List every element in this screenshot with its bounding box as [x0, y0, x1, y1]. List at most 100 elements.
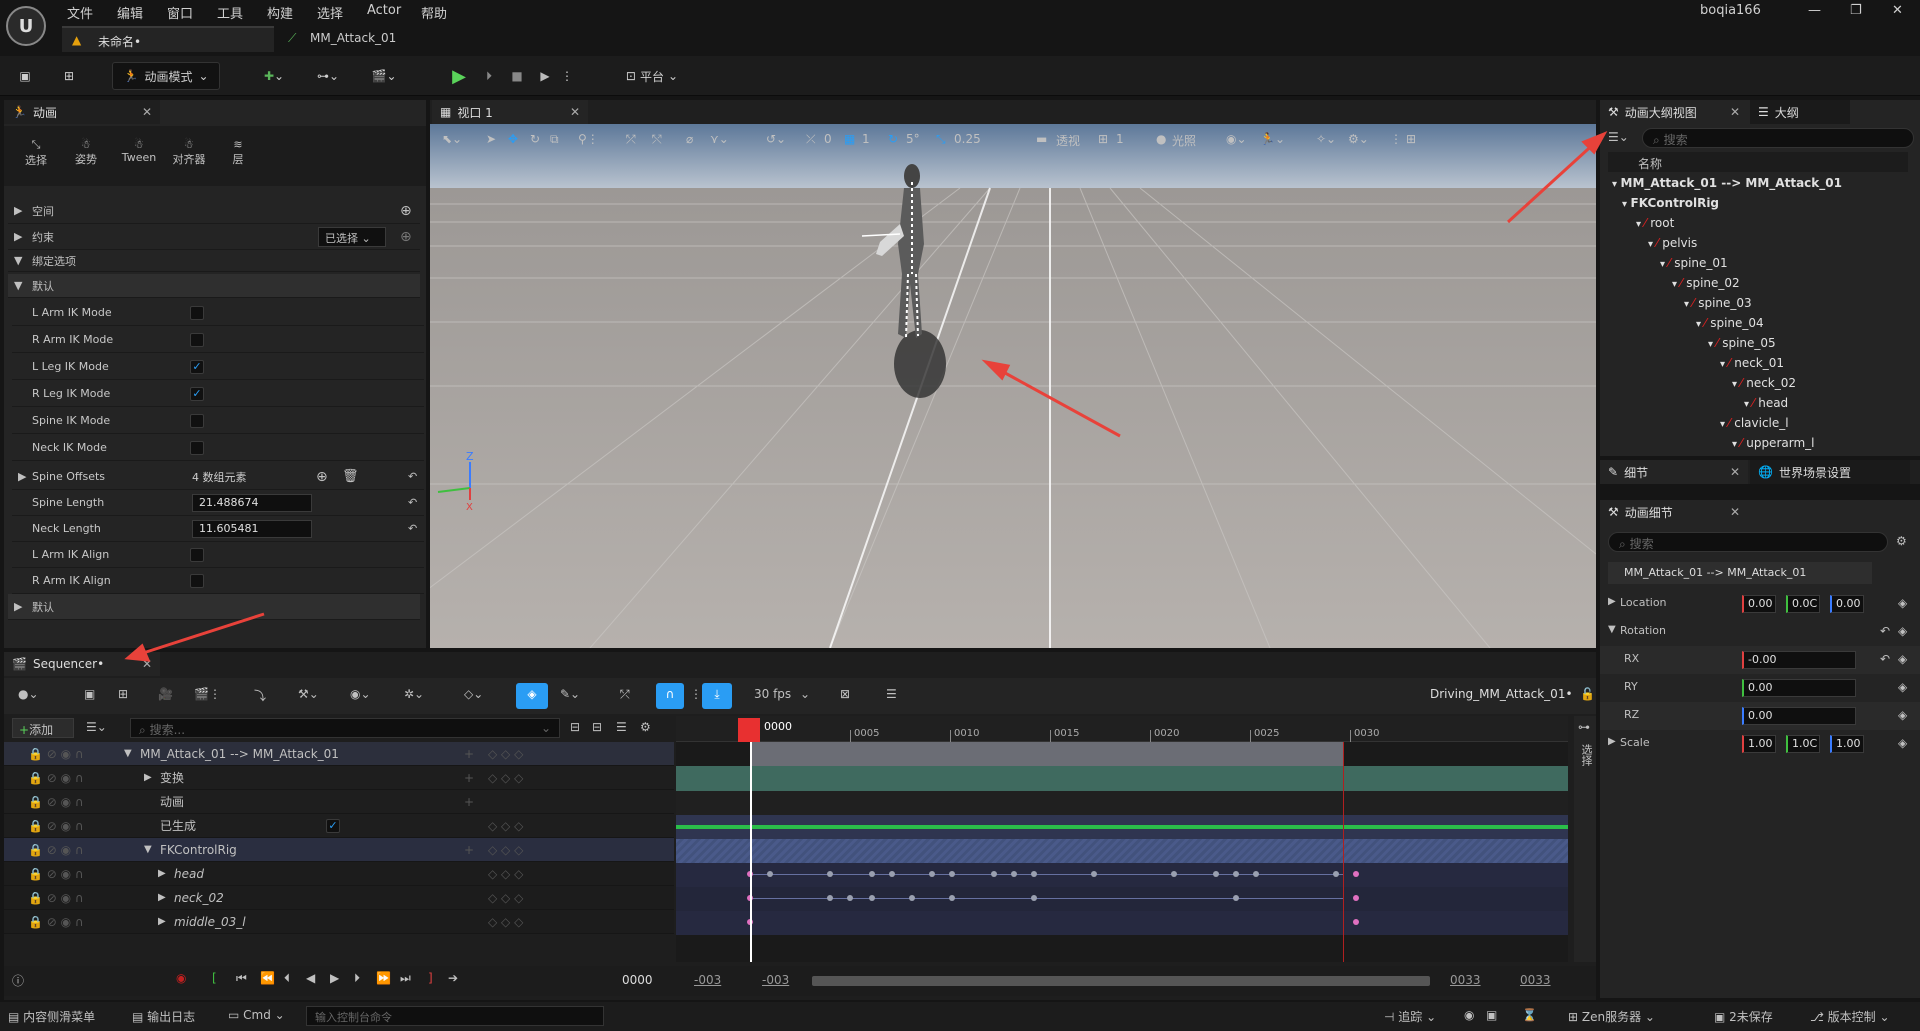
keyframe[interactable]: [827, 895, 833, 901]
save-seq-icon[interactable]: ▣: [84, 687, 95, 701]
keyframe[interactable]: [949, 895, 955, 901]
keyframe[interactable]: [1353, 919, 1359, 925]
zen-server-button[interactable]: ⊞ Zen服务器 ⌄: [1568, 1008, 1655, 1025]
tree-item[interactable]: ▾ FKControlRig: [1622, 196, 1719, 210]
key-nav-icon[interactable]: ◇ ◇ ◇: [488, 915, 523, 929]
keyframe[interactable]: [1233, 895, 1239, 901]
snap-button[interactable]: ∩: [656, 683, 684, 709]
world-icon[interactable]: ●⌄: [18, 687, 39, 701]
tree-item[interactable]: ▾ ⁄ pelvis: [1648, 236, 1697, 250]
chevron-down-icon[interactable]: ▾: [1732, 379, 1740, 390]
translate-icon[interactable]: ✥: [508, 132, 518, 146]
keyframe[interactable]: [949, 871, 955, 877]
tool-aligner[interactable]: ☃ 对齐器: [166, 138, 212, 167]
cinematics-button[interactable]: 🎬⌄: [364, 62, 404, 90]
track-toggles-icon[interactable]: 🔒 ⊘ ◉ ∩: [28, 819, 84, 833]
keyframe[interactable]: [1031, 871, 1037, 877]
tool-tween[interactable]: ☃ Tween: [116, 138, 162, 164]
keyframe[interactable]: [929, 871, 935, 877]
tab-world-settings[interactable]: 🌐 世界场景设置: [1750, 460, 1910, 484]
trim-icon[interactable]: ⤱: [620, 687, 630, 702]
sequencer-search[interactable]: ⌕ 搜索... ⌄: [130, 718, 560, 738]
tab-details[interactable]: ✎ 细节 ✕: [1600, 460, 1748, 484]
section-bind[interactable]: ▼ 绑定选项: [8, 250, 420, 272]
reset-icon[interactable]: ↶: [1880, 624, 1890, 638]
mode-dropdown[interactable]: 🏃 动画模式 ⌄: [112, 62, 220, 90]
section-space[interactable]: ▶ 空间 ⊕: [8, 198, 420, 224]
angle-snap-icon[interactable]: ↻: [888, 132, 898, 146]
location-x[interactable]: 0.00: [1742, 595, 1776, 613]
key-nav-icon[interactable]: ◇ ◇ ◇: [488, 747, 523, 761]
close-icon[interactable]: ✕: [142, 657, 152, 671]
keyframe[interactable]: [767, 871, 773, 877]
close-icon[interactable]: ✕: [1730, 465, 1740, 479]
tree-item[interactable]: ▾ ⁄ neck_02: [1732, 376, 1796, 390]
prev-frame-icon[interactable]: ⏴: [284, 971, 290, 986]
view-start[interactable]: -003: [694, 973, 721, 987]
doc-tab-untitled[interactable]: ▲ 未命名•: [62, 26, 274, 52]
cmd-dropdown[interactable]: ▭ Cmd ⌄: [228, 1008, 285, 1022]
menu-tools[interactable]: 工具: [217, 3, 243, 22]
tree-item[interactable]: ▾ MM_Attack_01 --> MM_Attack_01: [1612, 176, 1842, 190]
tool-layer[interactable]: ≋ 层: [218, 138, 258, 167]
camera-icon[interactable]: ▬: [1036, 132, 1047, 146]
pivot-icon[interactable]: ⚲⋮: [578, 132, 599, 146]
end-marker-icon[interactable]: ]: [428, 971, 433, 985]
keyframe[interactable]: [1031, 895, 1037, 901]
key-nav-icon[interactable]: ◇ ◇ ◇: [488, 771, 523, 785]
record-status-icon[interactable]: ◉: [1464, 1008, 1474, 1022]
skip-end-icon[interactable]: ⏭: [400, 971, 411, 986]
chevron-down-icon[interactable]: ▾: [1622, 199, 1631, 210]
layout-icon[interactable]: ⊞: [1406, 132, 1416, 146]
select-mode-icon[interactable]: ⬉⌄: [442, 132, 462, 146]
realtime-icon[interactable]: ✧⌄: [1316, 132, 1336, 146]
keyframe[interactable]: [827, 871, 833, 877]
prev-key-icon[interactable]: ⏪: [260, 971, 275, 985]
chevron-down-icon[interactable]: ▾: [1660, 259, 1668, 270]
show-icon[interactable]: ◉⌄: [1226, 132, 1247, 146]
grid-value[interactable]: 1: [862, 132, 870, 146]
render-icon[interactable]: 🎥: [158, 687, 173, 701]
blueprint-button[interactable]: ⊶⌄: [308, 62, 348, 90]
next-key-icon[interactable]: ⏩: [376, 971, 391, 985]
play-options-icon[interactable]: ✲⌄: [404, 687, 424, 701]
menu-edit[interactable]: 编辑: [117, 3, 143, 22]
chevron-icon[interactable]: ▼: [124, 748, 132, 759]
menu-window[interactable]: 窗口: [167, 3, 193, 22]
play-icon[interactable]: ▶: [446, 62, 472, 90]
prop-checkbox[interactable]: ✓: [190, 386, 204, 401]
sequencer-row[interactable]: 🔒 ⊘ ◉ ∩ 已生成 ✓ ◇ ◇ ◇: [4, 814, 674, 838]
arrow-icon[interactable]: ➤: [486, 132, 496, 146]
skip-start-icon[interactable]: ⏮: [236, 971, 247, 986]
world-local-icon[interactable]: ⌀: [686, 132, 693, 146]
tree-item[interactable]: ▾ ⁄ spine_04: [1696, 316, 1764, 330]
sequencer-row[interactable]: 🔒 ⊘ ◉ ∩ ▼ FKControlRig ◇ ◇ ◇ +: [4, 838, 674, 862]
keyframe[interactable]: [1213, 871, 1219, 877]
doc-tab-anim[interactable]: ⟋ MM_Attack_01: [280, 26, 480, 52]
timeline-area[interactable]: 0005 0010 0015 0020 0025 0030 0000: [676, 716, 1568, 962]
time-ruler[interactable]: [676, 716, 1568, 742]
lock-icon[interactable]: 🔓: [1580, 687, 1595, 701]
close-icon[interactable]: ✕: [142, 105, 152, 119]
prop-spine-offsets[interactable]: ▶ Spine Offsets 4 数组元素 ⊕ 🗑 ↶: [12, 464, 424, 490]
scale-snap-icon[interactable]: ⤡: [936, 132, 946, 147]
constraint-dropdown[interactable]: 已选择 ⌄: [318, 227, 386, 247]
chevron-down-icon[interactable]: ▾: [1720, 359, 1728, 370]
snap-point-icon[interactable]: ⋎⌄: [710, 132, 729, 146]
ry-field[interactable]: 0.00: [1742, 679, 1856, 697]
view-mode[interactable]: 透视: [1056, 132, 1080, 149]
anim-show-icon[interactable]: 🏃⌄: [1260, 132, 1285, 146]
location-z[interactable]: 0.00: [1830, 595, 1864, 613]
maximize-icon[interactable]: ❐: [1850, 3, 1862, 18]
playhead-handle[interactable]: [738, 718, 760, 742]
keyframe[interactable]: [1011, 871, 1017, 877]
loop-icon[interactable]: ➔: [448, 971, 458, 985]
filter-icon[interactable]: ☰⌄: [86, 720, 107, 734]
chevron-down-icon[interactable]: ▾: [1612, 179, 1621, 190]
track-bar-transform[interactable]: [676, 766, 1568, 791]
spine-length-field[interactable]: 21.488674: [192, 494, 312, 512]
lit-icon[interactable]: ●: [1156, 132, 1166, 146]
next-frame-icon[interactable]: ⏵: [354, 971, 360, 986]
chevron-down-icon[interactable]: ▾: [1720, 419, 1728, 430]
tool-select[interactable]: ⤡ 选择: [16, 138, 56, 168]
